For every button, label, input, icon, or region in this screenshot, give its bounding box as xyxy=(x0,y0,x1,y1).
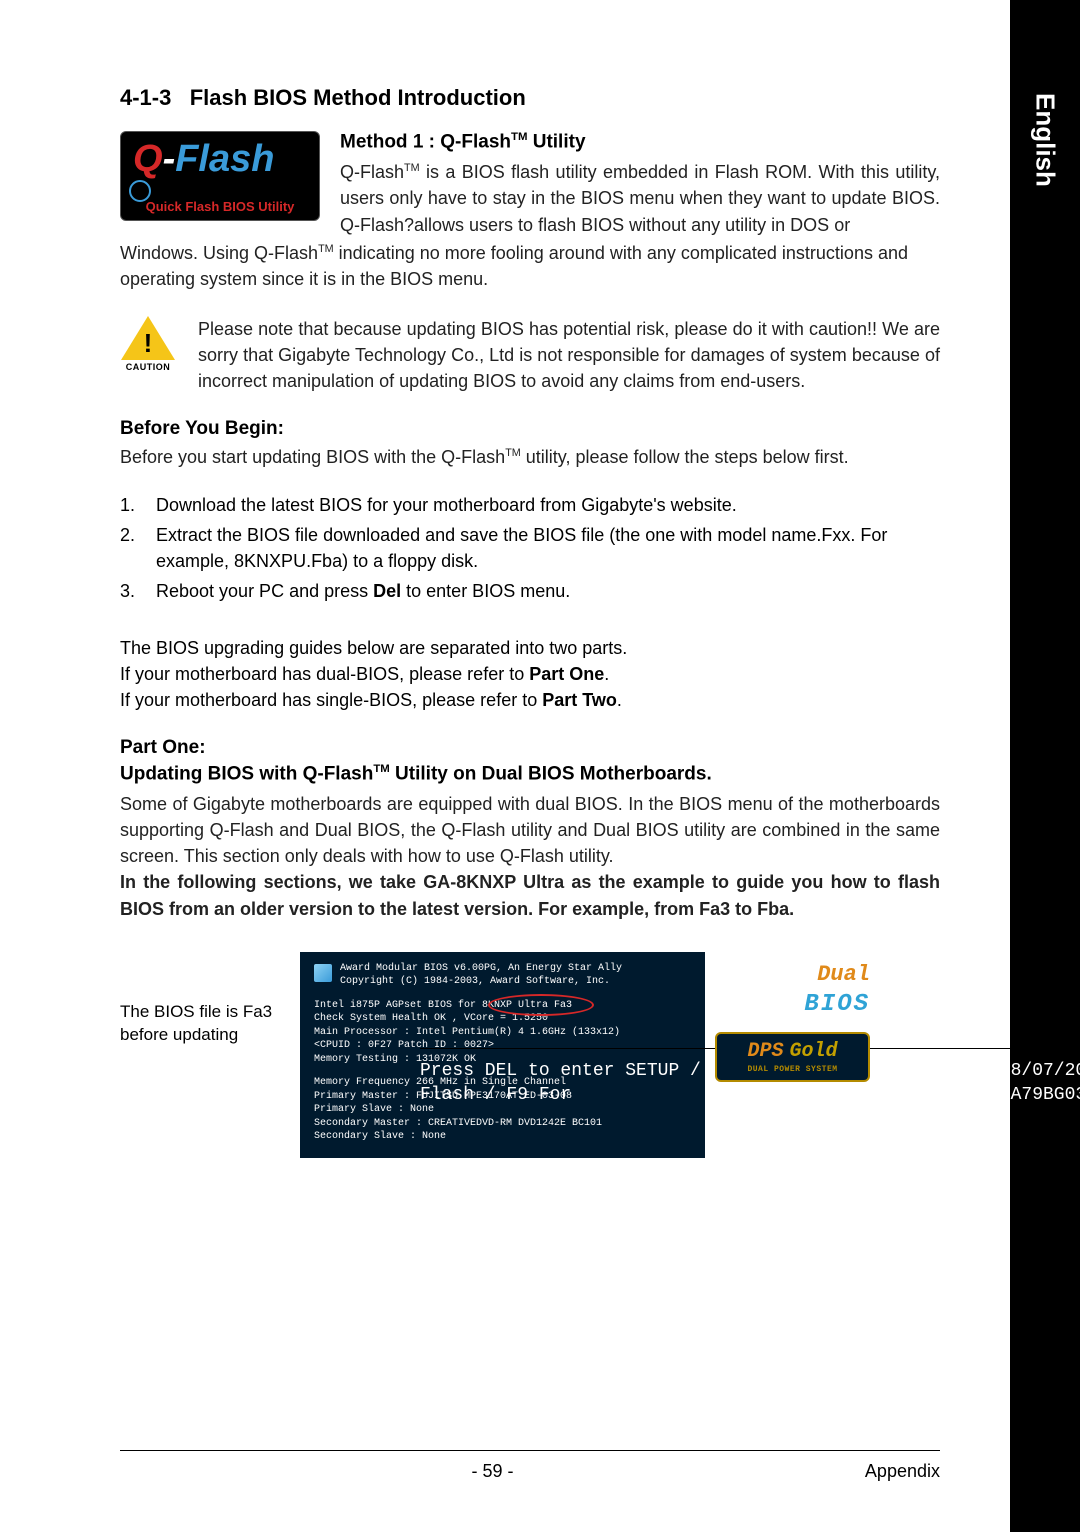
bios-header-icon xyxy=(314,964,332,982)
part-one-para2: In the following sections, we take GA-8K… xyxy=(120,869,940,921)
section-title-text: Flash BIOS Method Introduction xyxy=(190,85,526,110)
bios-screenshot: Award Modular BIOS v6.00PG, An Energy St… xyxy=(300,952,705,1158)
dual-bios-badge: Dual BIOS xyxy=(715,960,870,1022)
method1-continued: Windows. Using Q-FlashTM indicating no m… xyxy=(120,240,940,292)
page-footer: - 59 - Appendix xyxy=(120,1450,940,1482)
part-one-subheading: Updating BIOS with Q-FlashTM Utility on … xyxy=(120,763,940,785)
section-number: 4-1-3 xyxy=(120,85,171,110)
caution-text: Please note that because updating BIOS h… xyxy=(198,316,940,394)
dps-gold-badge: DPS Gold DUAL POWER SYSTEM xyxy=(715,1032,870,1082)
guide-intro-block: The BIOS upgrading guides below are sepa… xyxy=(120,635,940,713)
qflash-logo: Q-Flash Quick Flash BIOS Utility xyxy=(120,131,320,221)
part-one-heading: Part One: xyxy=(120,737,940,759)
before-begin-intro: Before you start updating BIOS with the … xyxy=(120,444,940,470)
list-item: 2. Extract the BIOS file downloaded and … xyxy=(120,522,940,574)
caution-icon: CAUTION xyxy=(120,316,176,372)
page-number: - 59 - xyxy=(471,1461,513,1482)
footer-section-label: Appendix xyxy=(865,1461,940,1482)
before-begin-heading: Before You Begin: xyxy=(120,418,940,440)
screenshot-label: The BIOS file is Fa3 before updating xyxy=(120,952,280,1048)
bios-badges: Dual BIOS DPS Gold DUAL POWER SYSTEM xyxy=(715,960,870,1082)
list-item: 3. Reboot your PC and press Del to enter… xyxy=(120,578,940,604)
steps-list: 1. Download the latest BIOS for your mot… xyxy=(120,492,940,604)
method1-intro: Q-FlashTM is a BIOS flash utility embedd… xyxy=(340,159,940,237)
qflash-subtitle: Quick Flash BIOS Utility xyxy=(121,199,319,214)
list-item: 1. Download the latest BIOS for your mot… xyxy=(120,492,940,518)
part-one-para1: Some of Gigabyte motherboards are equipp… xyxy=(120,791,940,869)
method1-title: Method 1 : Q-FlashTM Utility xyxy=(340,131,940,153)
section-heading: 4-1-3 Flash BIOS Method Introduction xyxy=(120,85,940,111)
language-tab: English xyxy=(1010,75,1080,245)
